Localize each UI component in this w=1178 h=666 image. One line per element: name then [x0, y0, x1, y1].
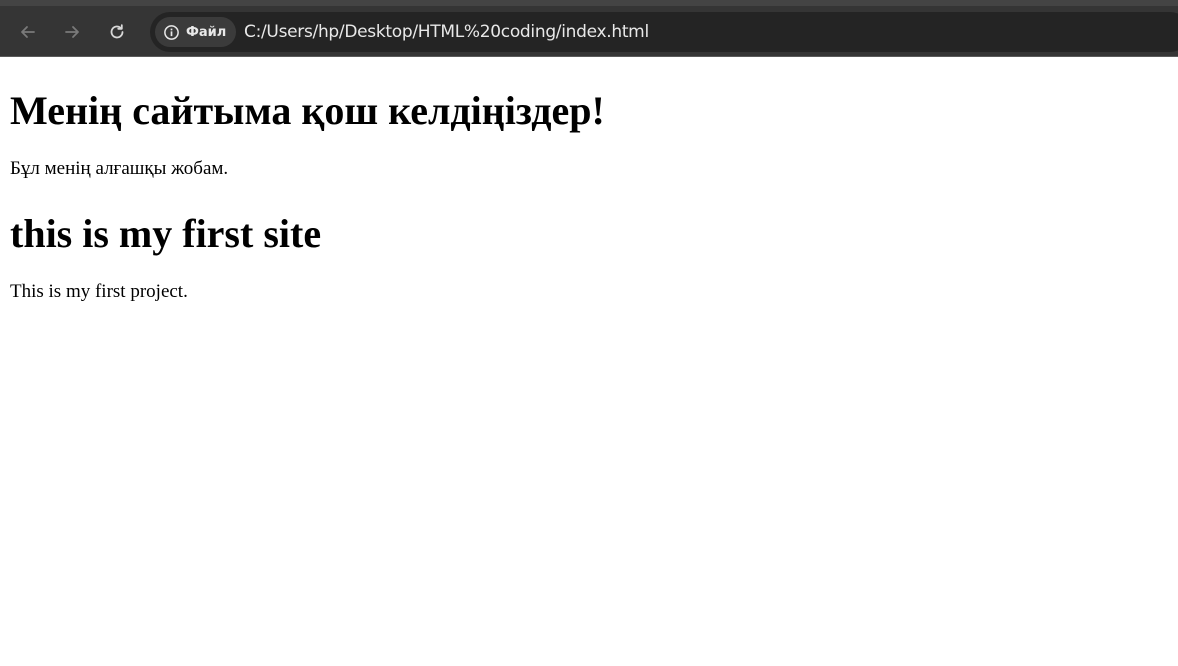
page-content: Менің сайтыма қош келдіңіздер! Бұл менің… [0, 57, 1178, 666]
site-info-chip[interactable]: Файл [155, 17, 237, 47]
forward-button[interactable] [55, 15, 89, 49]
heading-english: this is my first site [10, 211, 322, 256]
address-bar[interactable]: Файл C:/Users/hp/Desktop/HTML%20coding/i… [150, 12, 1178, 52]
security-chip-label: Файл [186, 24, 227, 40]
browser-toolbar: Файл C:/Users/hp/Desktop/HTML%20coding/i… [0, 0, 1178, 57]
reload-icon [108, 23, 126, 41]
url-text[interactable]: C:/Users/hp/Desktop/HTML%20coding/index.… [244, 22, 649, 42]
toolbar-background: Файл C:/Users/hp/Desktop/HTML%20coding/i… [0, 6, 1178, 56]
back-button[interactable] [11, 15, 45, 49]
info-icon [162, 23, 180, 41]
paragraph-kazakh: Бұл менің алғашқы жобам. [10, 158, 229, 179]
paragraph-english: This is my first project. [10, 281, 188, 302]
reload-button[interactable] [100, 15, 134, 49]
arrow-right-icon [63, 23, 81, 41]
heading-kazakh: Менің сайтыма қош келдіңіздер! [10, 88, 605, 133]
arrow-left-icon [19, 23, 37, 41]
